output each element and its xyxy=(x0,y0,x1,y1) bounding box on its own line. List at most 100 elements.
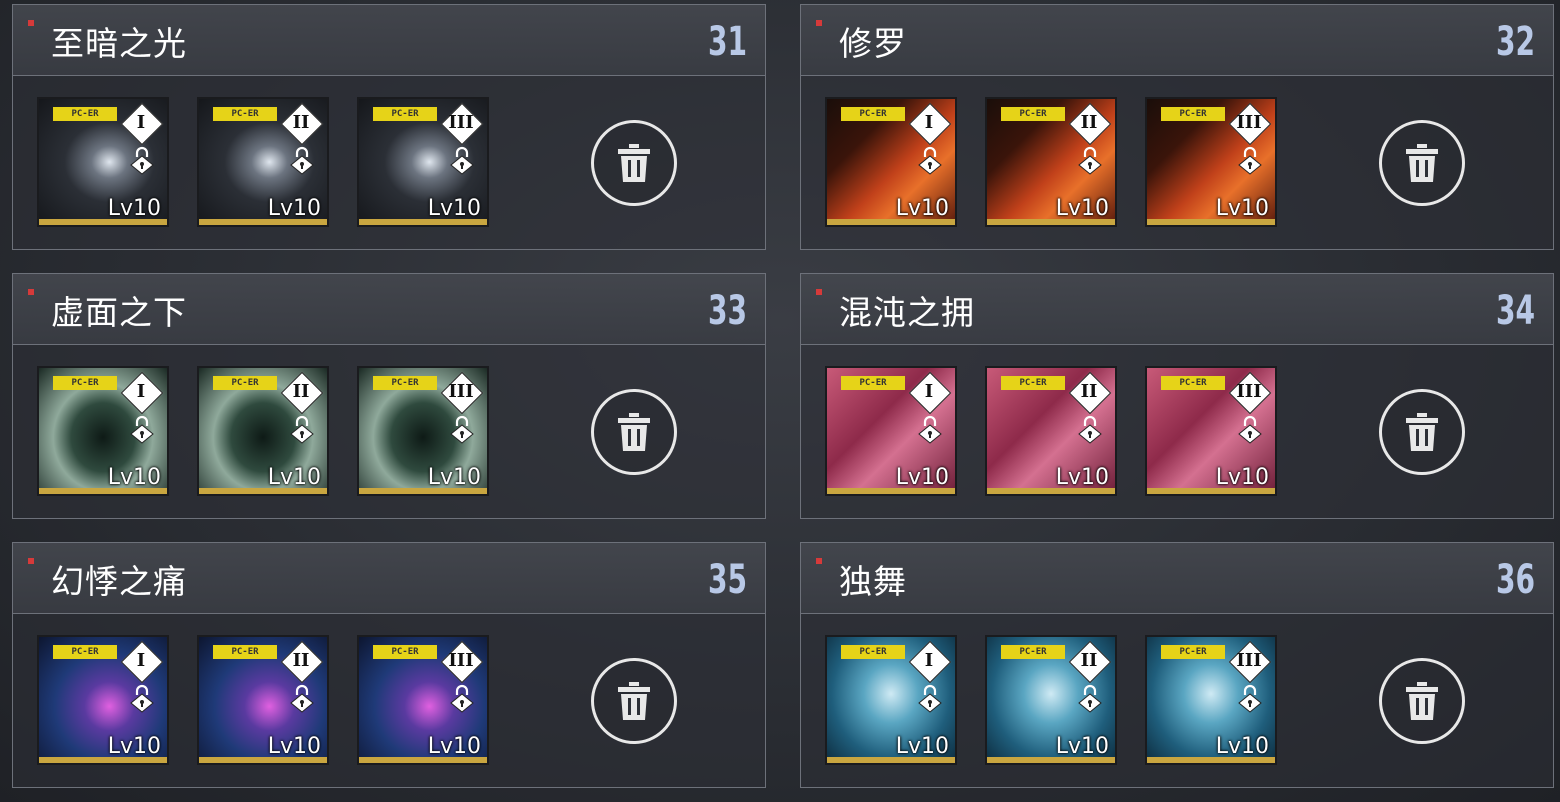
module-level: Lv10 xyxy=(427,734,481,759)
module-card[interactable]: PC-ER II Lv10 xyxy=(985,97,1117,227)
module-tag: PC-ER xyxy=(1161,645,1225,659)
module-card[interactable]: PC-ER II Lv10 xyxy=(985,635,1117,765)
rarity-bar xyxy=(199,219,327,225)
module-card[interactable]: PC-ER III Lv10 xyxy=(357,635,489,765)
delete-button[interactable] xyxy=(591,120,677,206)
diamond-tier-icon: III xyxy=(1228,371,1272,415)
module-tag: PC-ER xyxy=(841,376,905,390)
delete-button[interactable] xyxy=(1379,389,1465,475)
tier-label: I xyxy=(136,112,146,133)
diamond-tier-icon: I xyxy=(908,371,952,415)
module-level: Lv10 xyxy=(427,196,481,221)
panel-number: 33 xyxy=(707,288,747,334)
rarity-bar xyxy=(987,219,1115,225)
module-card[interactable]: PC-ER I Lv10 xyxy=(825,366,957,496)
lock-icon xyxy=(129,414,155,444)
module-card[interactable]: PC-ER III Lv10 xyxy=(1145,635,1277,765)
loadout-panel: 修罗 32 PC-ER I Lv10 PC-ER II Lv10 PC-ER III Lv10 xyxy=(800,4,1554,250)
tier-label: I xyxy=(136,381,146,402)
module-tag: PC-ER xyxy=(53,645,117,659)
rarity-bar xyxy=(359,488,487,494)
delete-button[interactable] xyxy=(591,658,677,744)
loadout-panel: 虚面之下 33 PC-ER I Lv10 PC-ER II Lv10 PC-ER III Lv10 xyxy=(12,273,766,519)
lock-icon xyxy=(1237,414,1263,444)
panel-header: 幻悸之痛 35 xyxy=(13,543,765,614)
diamond-tier-icon: I xyxy=(908,640,952,684)
lock-icon xyxy=(129,145,155,175)
lock-icon xyxy=(289,683,315,713)
module-tag: PC-ER xyxy=(213,376,277,390)
rarity-bar xyxy=(199,757,327,763)
diamond-tier-icon: III xyxy=(1228,640,1272,684)
module-tag: PC-ER xyxy=(1001,645,1065,659)
tier-label: I xyxy=(924,381,934,402)
module-card[interactable]: PC-ER I Lv10 xyxy=(37,97,169,227)
panel-header: 修罗 32 xyxy=(801,5,1553,76)
lock-icon xyxy=(917,683,943,713)
rarity-bar xyxy=(827,757,955,763)
panel-header: 混沌之拥 34 xyxy=(801,274,1553,345)
delete-button[interactable] xyxy=(591,389,677,475)
panel-header: 独舞 36 xyxy=(801,543,1553,614)
module-tag: PC-ER xyxy=(1001,376,1065,390)
diamond-tier-icon: II xyxy=(1068,102,1112,146)
module-card[interactable]: PC-ER I Lv10 xyxy=(825,635,957,765)
tier-label: II xyxy=(1080,112,1098,133)
module-card[interactable]: PC-ER II Lv10 xyxy=(197,366,329,496)
rarity-bar xyxy=(359,219,487,225)
diamond-tier-icon: I xyxy=(120,102,164,146)
new-marker xyxy=(28,558,34,564)
rarity-bar xyxy=(199,488,327,494)
module-card[interactable]: PC-ER I Lv10 xyxy=(825,97,957,227)
module-tag: PC-ER xyxy=(373,645,437,659)
module-level: Lv10 xyxy=(1215,734,1269,759)
lock-icon xyxy=(917,414,943,444)
diamond-tier-icon: I xyxy=(908,102,952,146)
loadout-panel: 独舞 36 PC-ER I Lv10 PC-ER II Lv10 PC-ER III Lv10 xyxy=(800,542,1554,788)
new-marker xyxy=(816,558,822,564)
lock-icon xyxy=(917,145,943,175)
module-tag: PC-ER xyxy=(841,107,905,121)
module-tag: PC-ER xyxy=(373,107,437,121)
tier-label: I xyxy=(924,112,934,133)
panel-number: 36 xyxy=(1495,557,1535,603)
module-tag: PC-ER xyxy=(1161,376,1225,390)
new-marker xyxy=(28,20,34,26)
panel-number: 31 xyxy=(707,19,747,65)
module-level: Lv10 xyxy=(895,734,949,759)
tier-label: III xyxy=(448,112,474,133)
delete-button[interactable] xyxy=(1379,120,1465,206)
lock-icon xyxy=(449,683,475,713)
diamond-tier-icon: III xyxy=(1228,102,1272,146)
module-card[interactable]: PC-ER II Lv10 xyxy=(197,97,329,227)
module-tag: PC-ER xyxy=(1001,107,1065,121)
module-card[interactable]: PC-ER II Lv10 xyxy=(985,366,1117,496)
panel-title: 混沌之拥 xyxy=(839,293,975,332)
module-card[interactable]: PC-ER III Lv10 xyxy=(357,366,489,496)
module-level: Lv10 xyxy=(267,734,321,759)
module-tag: PC-ER xyxy=(53,376,117,390)
module-tag: PC-ER xyxy=(213,107,277,121)
delete-button[interactable] xyxy=(1379,658,1465,744)
tier-label: I xyxy=(136,650,146,671)
module-card[interactable]: PC-ER I Lv10 xyxy=(37,366,169,496)
module-level: Lv10 xyxy=(1055,734,1109,759)
rarity-bar xyxy=(1147,488,1275,494)
rarity-bar xyxy=(987,488,1115,494)
module-card[interactable]: PC-ER III Lv10 xyxy=(1145,97,1277,227)
diamond-tier-icon: II xyxy=(1068,371,1112,415)
module-card[interactable]: PC-ER III Lv10 xyxy=(357,97,489,227)
panel-number: 35 xyxy=(707,557,747,603)
rarity-bar xyxy=(1147,757,1275,763)
diamond-tier-icon: II xyxy=(280,640,324,684)
rarity-bar xyxy=(827,488,955,494)
panel-number: 32 xyxy=(1495,19,1535,65)
module-level: Lv10 xyxy=(1055,196,1109,221)
diamond-tier-icon: II xyxy=(280,371,324,415)
new-marker xyxy=(28,289,34,295)
module-card[interactable]: PC-ER II Lv10 xyxy=(197,635,329,765)
module-card[interactable]: PC-ER I Lv10 xyxy=(37,635,169,765)
rarity-bar xyxy=(39,488,167,494)
diamond-tier-icon: III xyxy=(440,371,484,415)
module-card[interactable]: PC-ER III Lv10 xyxy=(1145,366,1277,496)
